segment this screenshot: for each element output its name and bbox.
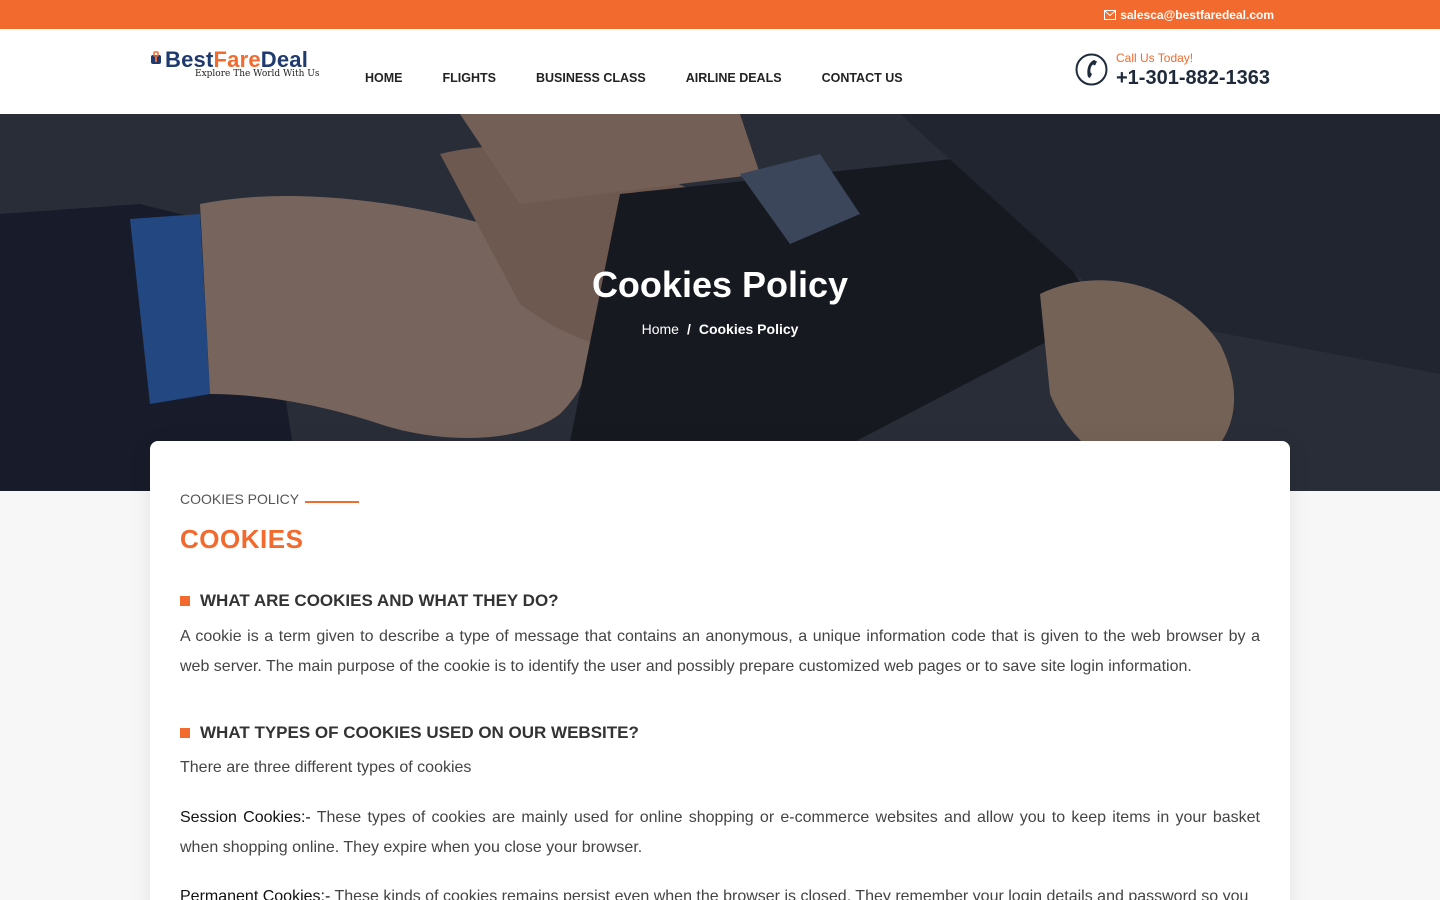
phone-icon [1075,53,1108,86]
section-kicker: COOKIES POLICY [180,491,360,507]
call-label: Call Us Today! [1116,51,1194,65]
paragraph-permanent-cookies: Permanent Cookies:- These kinds of cooki… [180,882,1260,900]
breadcrumb-current: Cookies Policy [698,321,799,337]
envelope-icon [1104,10,1117,20]
email-text: salesca@bestfaredeal.com [1120,8,1274,22]
top-bar: salesca@bestfaredeal.com [0,0,1440,29]
email-link[interactable]: salesca@bestfaredeal.com [1104,8,1274,22]
square-bullet-icon [180,728,190,738]
session-cookies-text: These types of cookies are mainly used f… [180,809,1260,856]
hero-banner: Cookies Policy Home / Cookies Policy [0,114,1440,491]
kicker-text: COOKIES POLICY [180,491,300,507]
question-heading-1: WHAT ARE COOKIES AND WHAT THEY DO? [180,591,559,611]
nav-home[interactable]: HOME [365,71,403,85]
breadcrumb-separator: / [686,321,691,337]
luggage-icon [151,51,161,64]
logo-tagline: Explore The World With Us [195,69,320,79]
paragraph-session-cookies: Session Cookies:- These types of cookies… [180,803,1260,863]
section-heading: COOKIES [180,524,304,554]
session-cookies-label: Session Cookies:- [180,809,311,826]
main-nav: HOME FLIGHTS BUSINESS CLASS AIRLINE DEAL… [365,71,943,85]
site-header: BestFareDeal Explore The World With Us H… [0,29,1440,114]
kicker-underline [305,501,360,503]
nav-airline-deals[interactable]: AIRLINE DEALS [686,71,782,85]
breadcrumb-home-link[interactable]: Home [642,321,679,337]
paragraph-cookie-definition: A cookie is a term given to describe a t… [180,628,1260,675]
permanent-cookies-label: Permanent Cookies:- [180,888,331,900]
page-title: Cookies Policy [591,264,849,305]
logo[interactable]: BestFareDeal Explore The World With Us [151,47,321,87]
phone-number[interactable]: +1-301-882-1363 [1116,67,1270,90]
breadcrumb: Home / Cookies Policy [0,321,1440,337]
question-2-text: WHAT TYPES OF COOKIES USED ON OUR WEBSIT… [200,723,639,742]
nav-contact-us[interactable]: CONTACT US [822,71,903,85]
content-card: COOKIES POLICY COOKIES WHAT ARE COOKIES … [150,441,1290,900]
nav-flights[interactable]: FLIGHTS [443,71,496,85]
question-1-text: WHAT ARE COOKIES AND WHAT THEY DO? [200,591,559,610]
paragraph-cookie-types-intro: There are three different types of cooki… [180,759,472,776]
question-heading-2: WHAT TYPES OF COOKIES USED ON OUR WEBSIT… [180,723,639,743]
nav-business-class[interactable]: BUSINESS CLASS [536,71,646,85]
permanent-cookies-text: These kinds of cookies remains persist e… [330,888,1249,900]
call-box[interactable]: Call Us Today! +1-301-882-1363 [1075,51,1295,91]
square-bullet-icon [180,596,190,606]
